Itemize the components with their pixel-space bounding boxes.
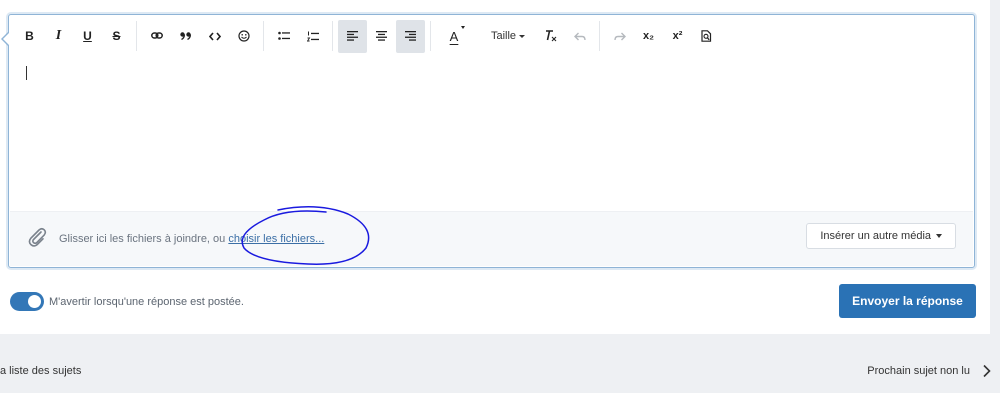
clear-format-icon: [546, 30, 557, 42]
clear-format-button[interactable]: [536, 20, 565, 53]
underline-button[interactable]: U: [73, 20, 102, 53]
next-unread-topic-link[interactable]: Prochain sujet non lu: [867, 365, 970, 377]
preview-icon: [701, 30, 712, 42]
toolbar-separator: [332, 21, 333, 51]
align-left-button[interactable]: [338, 19, 367, 53]
code-button[interactable]: [200, 20, 229, 53]
text-cursor: [26, 66, 27, 80]
bold-button[interactable]: B: [15, 20, 44, 53]
text-color-button[interactable]: A: [436, 20, 472, 53]
toggle-knob: [28, 295, 41, 308]
editor-pointer: [1, 31, 10, 47]
align-left-icon: [347, 31, 358, 41]
attachment-hint: Glisser ici les fichiers à joindre, ou c…: [59, 233, 325, 245]
quote-icon: [179, 32, 191, 40]
strikethrough-button[interactable]: S: [102, 20, 131, 53]
toolbar-separator: [599, 21, 600, 51]
align-right-button[interactable]: [396, 19, 425, 53]
chevron-right-icon[interactable]: [982, 364, 992, 378]
bulleted-list-button[interactable]: [269, 20, 298, 53]
subscript-button[interactable]: x₂: [634, 20, 663, 53]
undo-button[interactable]: [565, 20, 594, 53]
preview-button[interactable]: [692, 20, 721, 53]
italic-button[interactable]: I: [44, 20, 73, 53]
back-to-topics-link[interactable]: a liste des sujets: [0, 365, 81, 377]
text-color-icon: A: [450, 25, 466, 44]
undo-icon: [573, 32, 586, 40]
superscript-button[interactable]: x²: [663, 20, 692, 53]
toolbar-separator: [263, 21, 264, 51]
rich-text-editor[interactable]: B I U S A Taille x₂ x² Glisser ici les f…: [1, 14, 975, 268]
notify-label: M'avertir lorsqu'une réponse est postée.: [49, 296, 244, 308]
editor-toolbar: B I U S A Taille x₂ x²: [15, 19, 968, 53]
chevron-down-icon: [519, 34, 526, 38]
numbered-list-button[interactable]: [298, 20, 327, 53]
reply-card: B I U S A Taille x₂ x² Glisser ici les f…: [0, 0, 990, 334]
bulleted-list-icon: [277, 31, 290, 40]
paperclip-icon: [28, 227, 47, 247]
insert-media-button[interactable]: Insérer un autre média: [806, 223, 956, 249]
align-center-icon: [376, 31, 387, 41]
choose-files-link[interactable]: choisir les fichiers...: [228, 233, 324, 245]
code-icon: [208, 31, 221, 41]
toolbar-separator: [430, 21, 431, 51]
numbered-list-icon: [306, 31, 319, 41]
submit-reply-button[interactable]: Envoyer la réponse: [839, 284, 976, 318]
quote-button[interactable]: [171, 20, 200, 53]
notify-toggle[interactable]: [10, 292, 44, 311]
align-right-icon: [405, 31, 416, 41]
font-size-dropdown[interactable]: Taille: [480, 20, 536, 53]
emoji-icon: [237, 30, 250, 42]
redo-icon: [613, 32, 626, 40]
link-button[interactable]: [142, 20, 171, 53]
redo-button[interactable]: [605, 20, 634, 53]
link-icon: [150, 32, 163, 39]
align-center-button[interactable]: [367, 20, 396, 53]
emoji-button[interactable]: [229, 20, 258, 53]
subscript-icon: x₂: [642, 30, 654, 42]
attachment-dropzone[interactable]: Glisser ici les fichiers à joindre, ou c…: [10, 206, 973, 266]
caret-down-icon: [936, 234, 942, 238]
superscript-icon: x²: [672, 30, 683, 42]
toolbar-separator: [136, 21, 137, 51]
